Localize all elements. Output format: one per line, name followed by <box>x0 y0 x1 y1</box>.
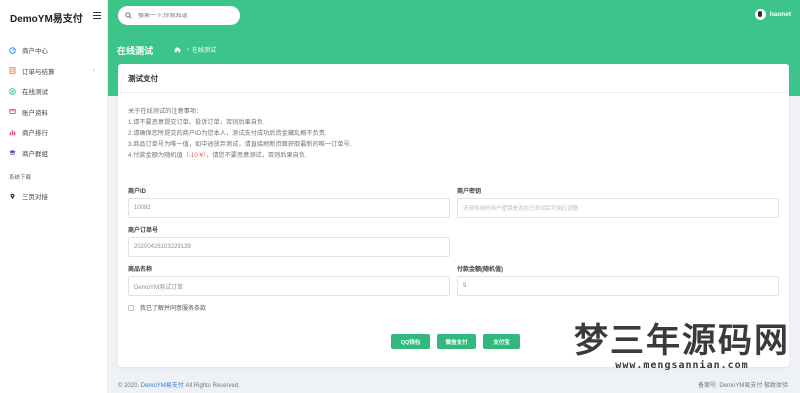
dashboard-icon <box>9 46 16 54</box>
product-name-label: 商品名称 <box>128 267 153 273</box>
agree-terms[interactable]: 我已了解并同意服务条款 <box>128 303 779 312</box>
card-title: 测试支付 <box>118 64 789 93</box>
search-input[interactable] <box>138 12 238 19</box>
order-icon <box>9 67 16 75</box>
notice-line: 4.付款金额为随机值（-10 ¥），请您不要恶意测试，否则后果自负. <box>128 152 307 159</box>
order-no-input[interactable]: 20200426103229139 <box>128 237 450 257</box>
sidebar-item-test[interactable]: 在线测试 <box>0 81 107 102</box>
product-name-field: 商品名称 DemoYM测试订单 <box>128 264 450 296</box>
breadcrumb-current: 在线测试 <box>192 48 217 54</box>
sidebar-item-label: 三页对接 <box>22 194 48 202</box>
product-name-input[interactable]: DemoYM测试订单 <box>128 276 450 296</box>
user-name: haonet <box>769 11 791 18</box>
agree-label: 我已了解并同意服务条款 <box>140 306 207 312</box>
qq-pay-button[interactable]: QQ钱包 <box>391 334 430 349</box>
sidebar-item-profile[interactable]: 账户资料 <box>0 102 107 123</box>
menu-toggle-icon[interactable] <box>93 12 101 19</box>
brand-name[interactable]: DemoYM易支付 <box>10 10 83 25</box>
footer-copyright: © 2020. DemoYM易支付 All Rights Reserved. <box>118 383 240 389</box>
sidebar: DemoYM易支付 商户中心 订单与结算 › 在线测试 账户资料 商户排行 商户… <box>0 0 108 393</box>
footer-brand-link[interactable]: DemoYM易支付 <box>141 383 184 389</box>
merchant-key-label: 商户密钥 <box>457 189 482 195</box>
amount-label: 付款金额(随机值) <box>457 267 503 273</box>
search-icon <box>125 12 132 19</box>
sidebar-item-dashboard[interactable]: 商户中心 <box>0 40 107 61</box>
payment-buttons: QQ钱包 微信支付 支付宝 <box>391 334 527 349</box>
sidebar-item-orders[interactable]: 订单与结算 › <box>0 61 107 82</box>
merchant-key-input[interactable]: 还穿即用的商户密钥是否在已测试后可用应调整 <box>457 198 779 218</box>
sidebar-item-label: 在线测试 <box>22 89 48 97</box>
alipay-button[interactable]: 支付宝 <box>483 334 520 349</box>
search-box[interactable] <box>118 6 240 25</box>
rank-icon <box>9 129 16 136</box>
watermark-title: 梦三年源码网 <box>574 321 790 361</box>
payment-form: 商户ID 10092 商户密钥 还穿即用的商户密钥是否在已测试后可用应调整 商户… <box>128 186 779 312</box>
chevron-right-icon: › <box>93 67 95 74</box>
page-title: 在线测试 <box>117 46 154 56</box>
notice-line: 1.请不要恶意提交订单、投诉订单，否则后果自负. <box>128 119 265 126</box>
group-icon <box>9 149 16 156</box>
watermark-url: www.mengsannian.com <box>615 360 749 371</box>
watermark: 梦三年源码网 www.mengsannian.com <box>574 322 790 371</box>
sidebar-section-label: 系统下载 <box>9 175 32 181</box>
pin-icon <box>9 193 16 200</box>
notice-block: 关于在线测试的注意事项： 1.请不要恶意提交订单、投诉订单，否则后果自负. 2.… <box>118 93 789 161</box>
sidebar-item-label: 订单与结算 <box>22 68 55 76</box>
order-no-label: 商户订单号 <box>128 228 159 234</box>
breadcrumb: › 在线测试 <box>174 45 216 54</box>
sidebar-item-label: 商户群组 <box>22 150 48 158</box>
brand: DemoYM易支付 <box>0 0 107 34</box>
merchant-id-label: 商户ID <box>128 189 147 195</box>
user-menu[interactable]: haonet <box>754 9 791 20</box>
merchant-key-field: 商户密钥 还穿即用的商户密钥是否在已测试后可用应调整 <box>457 186 779 218</box>
order-no-field: 商户订单号 20200426103229139 <box>128 225 450 257</box>
sidebar-item-label: 账户资料 <box>22 109 48 117</box>
merchant-id-input[interactable]: 10092 <box>128 198 450 218</box>
sidebar-item-group[interactable]: 商户群组 <box>0 143 107 164</box>
sidebar-nav: 商户中心 订单与结算 › 在线测试 账户资料 商户排行 商户群组 <box>0 40 107 163</box>
merchant-id-field: 商户ID 10092 <box>128 186 450 218</box>
footer-right-text: 备案号: DemoYM易支付 极致体验 <box>697 383 788 389</box>
agree-checkbox[interactable] <box>128 304 134 311</box>
amount-field: 付款金额(随机值) 9 <box>457 264 779 296</box>
notice-line: 2.请确保您所提交的商户ID为您本人，测试支付成功后资金藏乱概不负责. <box>128 130 327 137</box>
home-icon[interactable] <box>174 46 181 53</box>
test-icon <box>9 87 16 95</box>
breadcrumb-separator: › <box>187 46 189 53</box>
profile-icon <box>9 108 16 115</box>
avatar <box>754 9 766 20</box>
notice-line: 关于在线测试的注意事项： <box>128 108 203 115</box>
sidebar-item-label: 商户中心 <box>22 48 48 56</box>
wechat-pay-button[interactable]: 微信支付 <box>437 334 476 349</box>
sidebar-item-rank[interactable]: 商户排行 <box>0 122 107 143</box>
notice-line: 3.商品订单号为唯一值，如中途放弃测试，请直接刷新页面获取最新的唯一订单号. <box>128 141 352 148</box>
random-amount-hint: （-10 ¥） <box>182 152 207 159</box>
sidebar-item-label: 商户排行 <box>22 130 48 138</box>
sidebar-item-integration[interactable]: 三页对接 <box>0 186 107 207</box>
amount-input[interactable]: 9 <box>457 276 779 296</box>
